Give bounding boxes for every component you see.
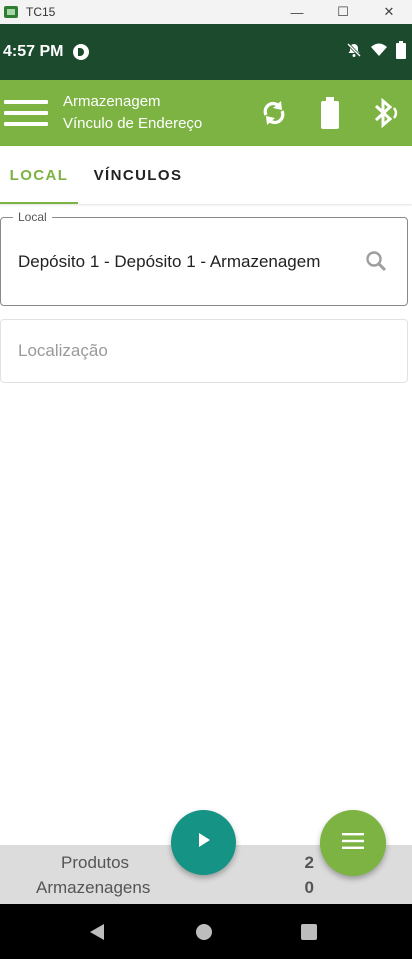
tab-bar: LOCAL VÍNCULOS	[0, 146, 412, 204]
play-button[interactable]	[171, 810, 236, 875]
maximize-button[interactable]: ☐	[320, 0, 366, 24]
app-title: Armazenagem	[63, 93, 161, 110]
app-notification-icon	[73, 44, 90, 60]
window-title-bar: TC15 — ☐ ✕	[0, 0, 412, 24]
mute-icon	[346, 42, 362, 63]
sync-icon[interactable]	[256, 95, 292, 131]
wifi-icon	[370, 42, 388, 63]
window-title: TC15	[26, 5, 56, 19]
menu-icon	[342, 832, 364, 854]
local-field[interactable]: Local Depósito 1 - Depósito 1 - Armazena…	[0, 210, 408, 306]
summary-value-produtos: 2	[304, 853, 314, 872]
app-bar: Armazenagem Vínculo de Endereço	[0, 80, 412, 146]
app-subtitle: Vínculo de Endereço	[63, 115, 203, 132]
play-icon	[196, 832, 212, 853]
status-time: 4:57 PM	[3, 43, 64, 60]
local-field-label: Local	[13, 210, 52, 224]
navigation-bar	[0, 904, 412, 959]
tab-local[interactable]: LOCAL	[0, 146, 78, 204]
localizacao-field[interactable]: Localização	[0, 319, 408, 383]
localizacao-placeholder: Localização	[18, 341, 108, 360]
battery-status-icon[interactable]	[312, 95, 348, 131]
status-bar: 4:57 PM	[0, 24, 412, 80]
summary-value-armazenagens: 0	[304, 878, 314, 897]
local-field-value: Depósito 1 - Depósito 1 - Armazenagem	[18, 252, 321, 271]
summary-label-armazenagens: Armazenagens	[36, 878, 151, 897]
menu-fab-button[interactable]	[320, 810, 386, 876]
back-button[interactable]	[67, 904, 127, 959]
recents-button[interactable]	[279, 904, 339, 959]
emulator-app-icon	[4, 6, 18, 18]
bluetooth-icon[interactable]	[368, 95, 404, 131]
search-icon[interactable]	[365, 250, 387, 277]
hamburger-menu-icon[interactable]	[4, 98, 48, 128]
summary-label-produtos: Produtos	[61, 853, 130, 872]
home-button[interactable]	[174, 904, 234, 959]
tab-vinculos[interactable]: VÍNCULOS	[78, 146, 198, 204]
minimize-button[interactable]: —	[274, 0, 320, 24]
close-button[interactable]: ✕	[366, 0, 412, 24]
battery-icon	[396, 40, 406, 64]
